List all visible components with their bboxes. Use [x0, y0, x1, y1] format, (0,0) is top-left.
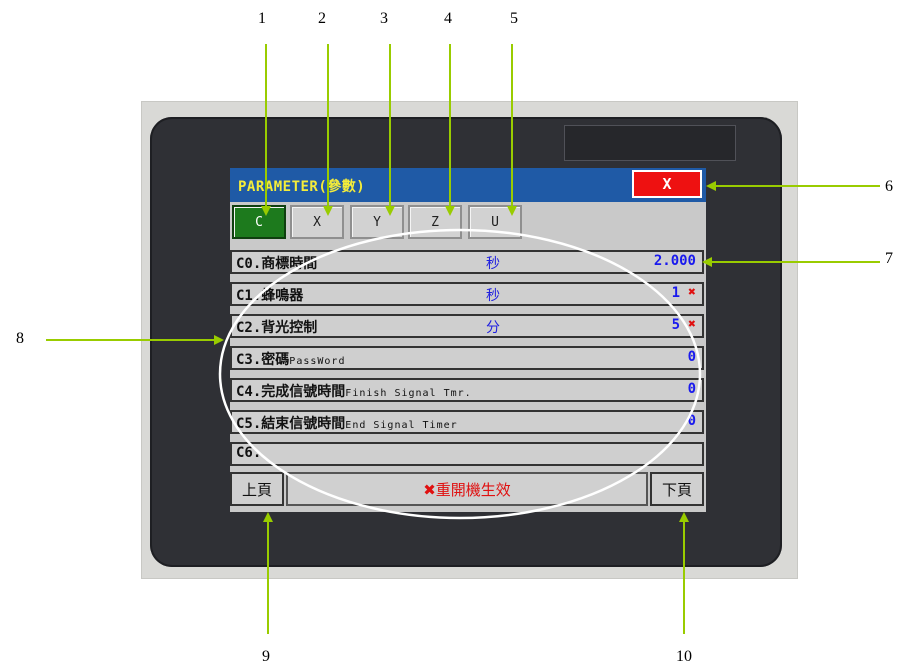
title-bar: PARAMETER(參數) X	[230, 168, 706, 202]
tab-z[interactable]: Z	[408, 205, 462, 239]
callout-label-5: 5	[510, 10, 518, 27]
param-row-c3[interactable]: C3.密碼PassWord 0	[230, 346, 704, 370]
param-value[interactable]: 0	[688, 349, 696, 365]
callout-label-10: 10	[676, 648, 692, 665]
tab-y[interactable]: Y	[350, 205, 404, 239]
parameter-screen: PARAMETER(參數) X C X Y Z U C0.商標時間 秒 2.00…	[230, 168, 706, 512]
param-unit: 分	[486, 320, 500, 336]
param-label: C2.背光控制	[236, 320, 318, 336]
restart-flag-icon: ✖	[688, 285, 696, 300]
axis-tabs: C X Y Z U	[230, 203, 706, 243]
param-row-c5[interactable]: C5.結束信號時間End Signal Timer 0	[230, 410, 704, 434]
param-sublabel: PassWord	[289, 356, 346, 367]
param-unit: 秒	[486, 288, 500, 304]
close-button[interactable]: X	[632, 170, 702, 198]
param-value[interactable]: 0	[688, 381, 696, 397]
param-label: C4.完成信號時間Finish Signal Tmr.	[236, 381, 472, 401]
param-label: C5.結束信號時間End Signal Timer	[236, 413, 458, 433]
callout-label-7: 7	[885, 250, 893, 267]
footer-bar: 上頁 ✖重開機生效 下頁	[230, 472, 706, 508]
param-label-text: C5.結束信號時間	[236, 416, 346, 432]
param-value[interactable]: 5	[672, 317, 680, 333]
screen-title: PARAMETER(參數)	[238, 179, 366, 195]
prev-page-button[interactable]: 上頁	[230, 472, 284, 506]
param-value[interactable]: 2.000	[654, 253, 696, 269]
callout-label-8: 8	[16, 330, 24, 347]
param-label: C6.	[236, 445, 262, 461]
param-sublabel: Finish Signal Tmr.	[345, 388, 472, 399]
next-page-button[interactable]: 下頁	[650, 472, 704, 506]
param-sublabel: End Signal Timer	[345, 420, 458, 431]
tab-x[interactable]: X	[290, 205, 344, 239]
callout-label-1: 1	[258, 10, 266, 27]
param-row-c1[interactable]: C1.蜂鳴器 秒 1 ✖	[230, 282, 704, 306]
param-label-text: C4.完成信號時間	[236, 384, 346, 400]
param-label: C0.商標時間	[236, 256, 318, 272]
param-row-c4[interactable]: C4.完成信號時間Finish Signal Tmr. 0	[230, 378, 704, 402]
param-row-c6[interactable]: C6.	[230, 442, 704, 466]
tab-u[interactable]: U	[468, 205, 522, 239]
param-label: C3.密碼PassWord	[236, 349, 345, 369]
param-value[interactable]: 0	[688, 413, 696, 429]
panel-display-slot	[564, 125, 736, 161]
callout-label-3: 3	[380, 10, 388, 27]
callout-label-2: 2	[318, 10, 326, 27]
callout-label-9: 9	[262, 648, 270, 665]
restart-flag-icon: ✖	[688, 317, 696, 332]
param-row-c0[interactable]: C0.商標時間 秒 2.000	[230, 250, 704, 274]
tab-c[interactable]: C	[232, 205, 286, 239]
param-label-text: C3.密碼	[236, 352, 290, 368]
param-unit: 秒	[486, 256, 500, 272]
restart-notice: ✖重開機生效	[286, 472, 648, 506]
param-label: C1.蜂鳴器	[236, 288, 304, 304]
param-value[interactable]: 1	[672, 285, 680, 301]
callout-label-4: 4	[444, 10, 452, 27]
param-row-c2[interactable]: C2.背光控制 分 5 ✖	[230, 314, 704, 338]
callout-label-6: 6	[885, 178, 893, 195]
